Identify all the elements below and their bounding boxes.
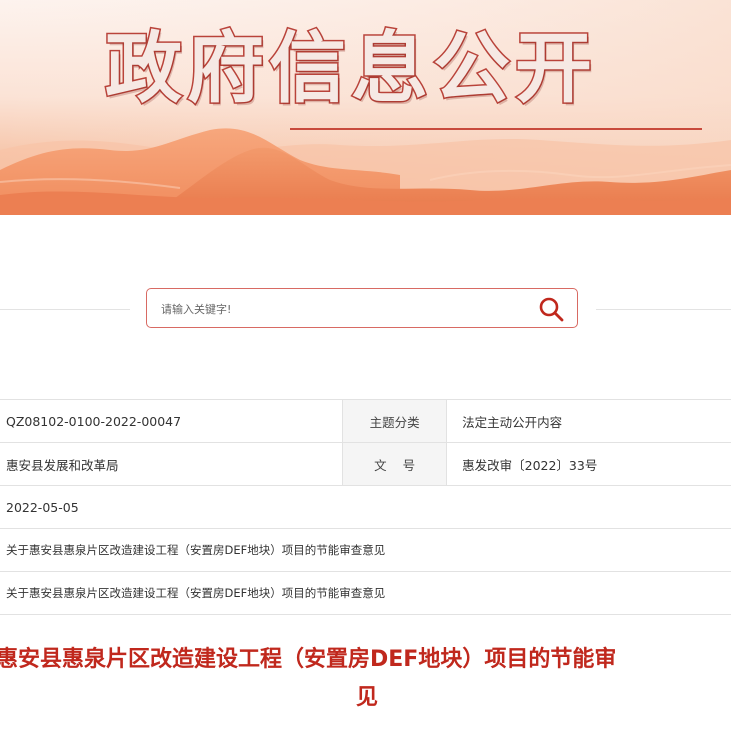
search-icon bbox=[539, 297, 564, 322]
index-number-value: QZ08102-0100-2022-00047 bbox=[0, 399, 344, 443]
search-box bbox=[146, 288, 578, 328]
table-row: 关于惠安县惠泉片区改造建设工程（安置房DEF地块）项目的节能审查意见 bbox=[0, 528, 731, 572]
table-row: QZ08102-0100-2022-00047 主题分类 法定主动公开内容 bbox=[0, 399, 731, 443]
issue-date-value: 2022-05-05 bbox=[0, 485, 731, 529]
topic-category-value: 法定主动公开内容 bbox=[446, 399, 731, 443]
header-banner: 政府信息公开 bbox=[0, 0, 731, 215]
table-row: 惠安县发展和改革局 文 号 惠发改审〔2022〕33号 bbox=[0, 442, 731, 486]
topic-category-label: 主题分类 bbox=[342, 399, 448, 443]
issuing-agency-value: 惠安县发展和改革局 bbox=[0, 442, 344, 486]
document-heading-line2: 见 bbox=[355, 685, 378, 710]
document-number-label: 文 号 bbox=[342, 442, 448, 486]
table-row: 2022-05-05 bbox=[0, 485, 731, 529]
document-number-value: 惠发改审〔2022〕33号 bbox=[446, 442, 731, 486]
banner-title: 政府信息公开 bbox=[104, 24, 597, 116]
banner-underline bbox=[290, 128, 702, 130]
document-subject-value: 关于惠安县惠泉片区改造建设工程（安置房DEF地块）项目的节能审查意见 bbox=[0, 571, 731, 615]
document-heading: 惠安县惠泉片区改造建设工程（安置房DEF地块）项目的节能审 见 bbox=[0, 641, 731, 717]
table-row: 关于惠安县惠泉片区改造建设工程（安置房DEF地块）项目的节能审查意见 bbox=[0, 571, 731, 615]
document-title-value: 关于惠安县惠泉片区改造建设工程（安置房DEF地块）项目的节能审查意见 bbox=[0, 528, 731, 572]
search-input[interactable] bbox=[161, 298, 521, 320]
document-heading-line1: 惠安县惠泉片区改造建设工程（安置房DEF地块）项目的节能审 bbox=[0, 647, 617, 672]
search-divider-right bbox=[596, 309, 731, 310]
search-divider-left bbox=[0, 309, 130, 310]
document-info-table: QZ08102-0100-2022-00047 主题分类 法定主动公开内容 惠安… bbox=[0, 399, 731, 615]
search-button[interactable] bbox=[537, 295, 565, 323]
